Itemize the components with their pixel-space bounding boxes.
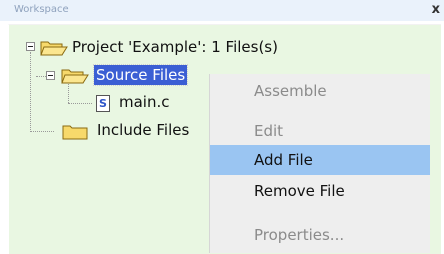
collapse-source-files-toggle[interactable] — [46, 71, 55, 80]
tree-connector — [68, 103, 92, 104]
close-icon[interactable]: x — [432, 3, 440, 16]
file-main-c[interactable]: main.c — [119, 92, 170, 112]
source-files-group[interactable]: Source Files — [92, 64, 189, 86]
tree-connector — [30, 131, 54, 132]
menu-item-properties[interactable]: Properties... — [210, 220, 430, 250]
folder-icon — [62, 125, 88, 140]
menu-item-add-file[interactable]: Add File — [210, 145, 430, 175]
window-title: Workspace — [14, 4, 69, 15]
tree-connector — [30, 52, 31, 132]
context-menu: Assemble Edit Add File Remove File Prope… — [209, 74, 430, 253]
include-files-group[interactable]: Include Files — [97, 120, 189, 140]
menu-item-edit[interactable]: Edit — [210, 116, 430, 146]
collapse-project-toggle[interactable] — [26, 42, 35, 51]
c-file-icon: S — [96, 95, 110, 112]
tree-connector — [68, 84, 69, 103]
project-label[interactable]: Project 'Example': 1 Files(s) — [72, 37, 278, 57]
open-folder-icon — [40, 41, 68, 56]
tree-connector — [36, 76, 46, 77]
workspace-titlebar: Workspace x — [0, 0, 444, 21]
menu-item-assemble[interactable]: Assemble — [210, 76, 430, 106]
open-folder-icon — [61, 69, 89, 84]
menu-item-remove-file[interactable]: Remove File — [210, 176, 430, 206]
